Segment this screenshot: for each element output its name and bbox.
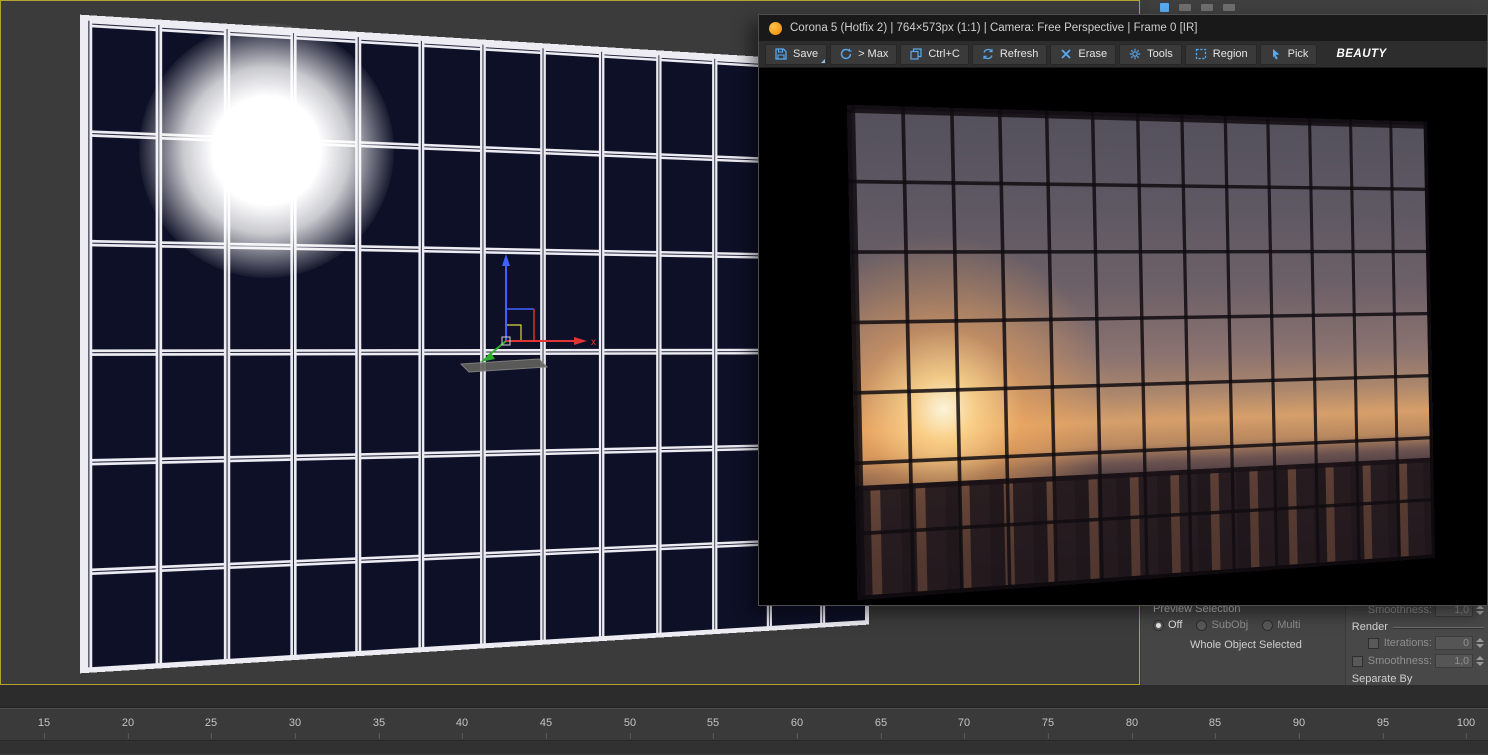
- track-bar[interactable]: [0, 685, 1488, 708]
- frame-tick: 90: [1292, 717, 1306, 739]
- pick-button[interactable]: Pick: [1259, 43, 1318, 65]
- tools-button[interactable]: Tools: [1119, 43, 1182, 65]
- erase-button[interactable]: Erase: [1050, 43, 1117, 65]
- radio-icon[interactable]: [1262, 619, 1274, 631]
- frame-tick: 55: [706, 717, 720, 739]
- copy-icon: [910, 48, 922, 60]
- radio-option-subobj[interactable]: SubObj: [1196, 619, 1248, 631]
- frame-tick: 85: [1208, 717, 1222, 739]
- pick-button-label: Pick: [1287, 48, 1309, 60]
- panel-icon: [1223, 4, 1235, 11]
- frame-tick: 60: [790, 717, 804, 739]
- spinner-arrows-icon[interactable]: [1476, 605, 1484, 615]
- timeline-lower-strip: [0, 741, 1488, 754]
- radio-option-multi[interactable]: Multi: [1262, 619, 1300, 631]
- frame-tick: 35: [372, 717, 386, 739]
- corona-logo-icon: [769, 21, 782, 35]
- region-button[interactable]: Region: [1184, 43, 1257, 65]
- render-canvas: [760, 69, 1486, 604]
- sun-glare-bloom: [139, 23, 394, 278]
- selection-status-text: Whole Object Selected: [1189, 639, 1302, 651]
- iterations-field[interactable]: 0: [1435, 636, 1473, 650]
- frame-tick: 25: [204, 717, 218, 739]
- preview-selection-options: Off SubObj Multi: [1153, 619, 1339, 631]
- smoothness-label: Smoothness:: [1367, 655, 1432, 667]
- render-mullion-grid: [846, 104, 1436, 601]
- erase-icon: [1061, 49, 1071, 59]
- corona-toolbar: Save > Max Ctrl+C Refresh Erase Tools Re…: [759, 41, 1487, 68]
- radio-option-off[interactable]: Off: [1153, 619, 1182, 631]
- frame-tick: 20: [121, 717, 135, 739]
- pick-icon: [1272, 49, 1280, 60]
- panel-icon: [1201, 4, 1213, 11]
- spinner-arrows-icon[interactable]: [1476, 656, 1484, 666]
- radio-off-label: Off: [1168, 619, 1183, 631]
- region-button-label: Region: [1212, 48, 1248, 60]
- frame-tick: 95: [1376, 717, 1390, 739]
- smoothness-checkbox[interactable]: [1351, 655, 1363, 667]
- radio-icon[interactable]: [1196, 619, 1208, 631]
- command-panel-fragment: Preview Selection Off SubObj Multi Whole…: [1141, 600, 1488, 685]
- frame-tick: 15: [37, 717, 51, 739]
- corona-titlebar[interactable]: Corona 5 (Hotfix 2) | 764×573px (1:1) | …: [759, 15, 1487, 41]
- erase-button-label: Erase: [1078, 48, 1108, 60]
- preview-selection-group: Preview Selection Off SubObj Multi Whole…: [1141, 600, 1345, 685]
- tools-button-label: Tools: [1147, 48, 1173, 60]
- render-rollout-group: Smoothness: 1,0 Render Iterations: 0 Smo…: [1344, 600, 1488, 685]
- corona-window-title: Corona 5 (Hotfix 2) | 764×573px (1:1) | …: [790, 22, 1198, 34]
- frame-tick: 40: [455, 717, 469, 739]
- frame-tick: 30: [288, 717, 302, 739]
- frame-tick: 70: [957, 717, 971, 739]
- iterations-checkbox[interactable]: [1367, 637, 1379, 649]
- copy-button-label: Ctrl+C: [928, 48, 960, 60]
- max-application: x Corona 5 (Hotfix 2) | 764×573px (1:1) …: [0, 0, 1488, 755]
- gizmo-x-axis-label: x: [591, 337, 596, 348]
- save-button[interactable]: Save: [765, 43, 828, 65]
- iterations-label: Iterations:: [1383, 637, 1432, 649]
- send-to-max-button[interactable]: > Max: [830, 43, 898, 65]
- tools-icon: [1129, 48, 1141, 60]
- corona-vfb-window[interactable]: Corona 5 (Hotfix 2) | 764×573px (1:1) | …: [758, 14, 1488, 606]
- region-icon: [1195, 48, 1206, 60]
- render-group-header: Render: [1352, 621, 1484, 633]
- frame-tick: 75: [1041, 717, 1055, 739]
- radio-multi-label: Multi: [1277, 619, 1301, 631]
- gizmo-z-axis[interactable]: [502, 254, 510, 341]
- frame-tick: 80: [1125, 717, 1139, 739]
- save-button-label: Save: [793, 48, 819, 60]
- smoothness-field[interactable]: 1,0: [1435, 654, 1473, 668]
- frame-tick: 65: [874, 717, 888, 739]
- transform-gizmo[interactable]: x: [431, 246, 611, 386]
- refresh-icon: [983, 48, 993, 60]
- command-panel-sliver: [1150, 0, 1488, 15]
- separate-by-label: Separate By: [1351, 673, 1413, 685]
- spinner-arrows-icon[interactable]: [1476, 638, 1484, 648]
- gizmo-x-axis[interactable]: x: [506, 337, 596, 348]
- panel-icon: [1160, 3, 1169, 12]
- radio-subobj-label: SubObj: [1211, 619, 1249, 631]
- timeline-area: 15 20 25 30 35 40 45 50 55 60 65 70 75 8…: [0, 685, 1488, 755]
- refresh-button[interactable]: Refresh: [971, 43, 1048, 65]
- gizmo-plane-handle[interactable]: [506, 308, 535, 341]
- radio-selected-icon[interactable]: [1153, 619, 1164, 631]
- rendered-image: [846, 104, 1436, 601]
- time-ruler[interactable]: 15 20 25 30 35 40 45 50 55 60 65 70 75 8…: [0, 708, 1488, 741]
- plane-object[interactable]: [459, 358, 549, 373]
- copy-button[interactable]: Ctrl+C: [900, 43, 969, 65]
- frame-tick: 45: [539, 717, 553, 739]
- channel-selector[interactable]: BEAUTY: [1336, 48, 1386, 60]
- frame-tick: 100: [1456, 717, 1476, 739]
- send-to-max-label: > Max: [858, 48, 889, 60]
- refresh-button-label: Refresh: [999, 48, 1039, 60]
- frame-tick: 50: [623, 717, 637, 739]
- render-group-label: Render: [1351, 621, 1388, 633]
- save-icon: [775, 48, 787, 60]
- panel-icon: [1179, 4, 1191, 11]
- send-to-max-icon: [840, 48, 852, 60]
